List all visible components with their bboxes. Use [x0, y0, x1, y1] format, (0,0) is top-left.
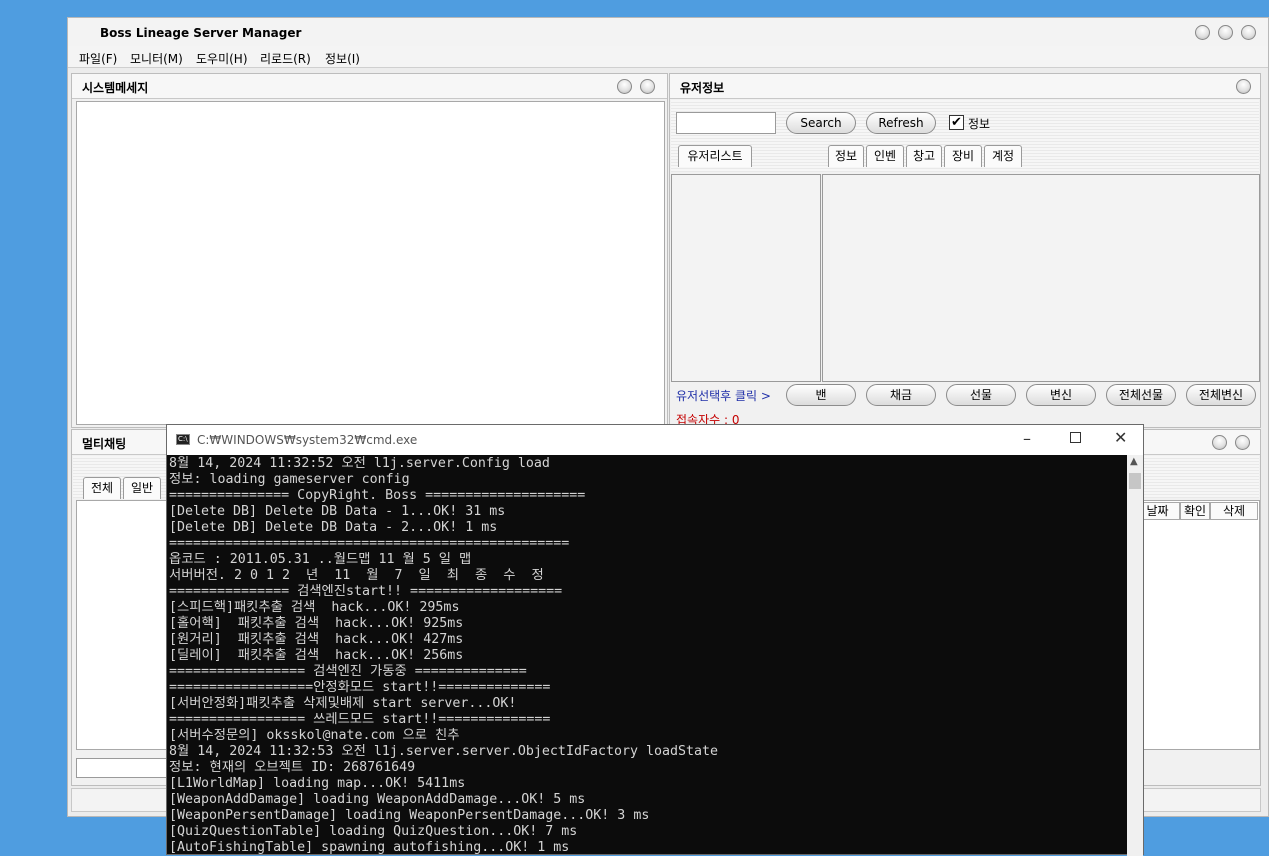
user-list[interactable] — [671, 174, 821, 382]
gift-all-button[interactable]: 전체선물 — [1106, 384, 1176, 406]
console-line: [AutoFishingTable] spawning autofishing.… — [169, 840, 570, 855]
panel-minimize-button[interactable] — [617, 79, 632, 94]
console-line: [WeaponPersentDamage] loading WeaponPers… — [169, 808, 650, 823]
console-line: ========================================… — [169, 536, 570, 551]
search-button[interactable]: Search — [786, 112, 856, 134]
scroll-thumb[interactable] — [1129, 473, 1141, 489]
console-line: [Delete DB] Delete DB Data - 1...OK! 31 … — [169, 504, 506, 519]
console-line: 정보: loading gameserver config — [169, 472, 410, 487]
console-title-bar: C:\ C:₩WINDOWS₩system32₩cmd.exe – ✕ — [167, 425, 1143, 455]
transform-all-button[interactable]: 전체변신 — [1186, 384, 1256, 406]
column-confirm[interactable]: 확인 — [1180, 502, 1210, 520]
refresh-button[interactable]: Refresh — [866, 112, 936, 134]
transform-button[interactable]: 변신 — [1026, 384, 1096, 406]
tab-inventory[interactable]: 인벤 — [866, 145, 904, 167]
console-icon: C:\ — [176, 434, 190, 445]
panel-close-button[interactable] — [640, 79, 655, 94]
panel-minimize-button[interactable] — [1212, 435, 1227, 450]
user-detail-area[interactable] — [822, 174, 1260, 382]
user-info-title: 유저정보 — [680, 81, 725, 95]
console-line: 8월 14, 2024 11:32:52 오전 l1j.server.Confi… — [169, 456, 550, 471]
console-window: C:\ C:₩WINDOWS₩system32₩cmd.exe – ✕ 8월 1… — [166, 424, 1144, 856]
console-line: 정보: 현재의 오브젝트 ID: 268761649 — [169, 760, 416, 775]
tab-user-list[interactable]: 유저리스트 — [678, 145, 752, 167]
console-line: [WeaponAddDamage] loading WeaponAddDamag… — [169, 792, 586, 807]
menu-help[interactable]: 도우미(H) — [196, 50, 248, 67]
console-scrollbar[interactable]: ▲ — [1127, 455, 1143, 856]
minimize-icon[interactable]: – — [1023, 429, 1031, 448]
console-output[interactable]: 8월 14, 2024 11:32:52 오전 l1j.server.Confi… — [169, 456, 1127, 856]
chat-tab-all[interactable]: 전체 — [83, 477, 121, 499]
console-line: [홀어핵] 패킷추출 검색 hack...OK! 925ms — [169, 616, 464, 631]
gift-button[interactable]: 선물 — [946, 384, 1016, 406]
menu-reload[interactable]: 리로드(R) — [260, 50, 311, 67]
menu-file[interactable]: 파일(F) — [79, 50, 117, 67]
menu-info[interactable]: 정보(I) — [325, 50, 360, 67]
console-line: [원거리] 패킷추출 검색 hack...OK! 427ms — [169, 632, 464, 647]
console-line: [스피드핵]패킷추출 검색 hack...OK! 295ms — [169, 600, 460, 615]
console-line: 옵코드 : 2011.05.31 ..월드맵 11 월 5 일 맵 — [169, 552, 472, 567]
system-message-header: 시스템메세지 — [72, 74, 667, 99]
console-line: [딜레이] 패킷추출 검색 hack...OK! 256ms — [169, 648, 464, 663]
tab-warehouse[interactable]: 창고 — [906, 145, 942, 167]
app-title: Boss Lineage Server Manager — [100, 26, 302, 40]
close-button[interactable] — [1241, 25, 1256, 40]
menu-monitor[interactable]: 모니터(M) — [130, 50, 183, 67]
chat-tab-normal[interactable]: 일반 — [123, 477, 161, 499]
user-info-header: 유저정보 — [670, 74, 1260, 99]
chat-ban-button[interactable]: 채금 — [866, 384, 936, 406]
column-delete[interactable]: 삭제 — [1210, 502, 1258, 520]
scroll-up-icon[interactable]: ▲ — [1130, 456, 1138, 467]
console-line: ================= 쓰레드모드 start!!=========… — [169, 712, 551, 727]
console-line: ================= 검색엔진 가동중 =============… — [169, 664, 527, 679]
tab-equipment[interactable]: 장비 — [944, 145, 982, 167]
user-info-panel: 유저정보 Search Refresh ✔ 정보 유저리스트 정보 인벤 창고 … — [669, 73, 1261, 428]
menu-bar: 파일(F) 모니터(M) 도우미(H) 리로드(R) 정보(I) — [68, 46, 1268, 68]
console-line: =============== 검색엔진start!! ============… — [169, 584, 563, 599]
console-line: [Delete DB] Delete DB Data - 2...OK! 1 m… — [169, 520, 498, 535]
console-title: C:₩WINDOWS₩system32₩cmd.exe — [197, 433, 418, 447]
close-icon[interactable]: ✕ — [1114, 428, 1127, 447]
panel-close-button[interactable] — [1236, 79, 1251, 94]
action-hint: 유저선택후 클릭 > — [676, 389, 771, 403]
maximize-button[interactable] — [1218, 25, 1233, 40]
system-message-title: 시스템메세지 — [82, 81, 149, 95]
console-line: =============== CopyRight. Boss ========… — [169, 488, 586, 503]
console-line: [QuizQuestionTable] loading QuizQuestion… — [169, 824, 578, 839]
minimize-button[interactable] — [1195, 25, 1210, 40]
console-line: 서버버전. 2 0 1 2 년 11 월 7 일 최 종 수 정 — [169, 568, 544, 583]
console-line: [서버수정문의] oksskol@nate.com 으로 친추 — [169, 728, 460, 743]
tab-info[interactable]: 정보 — [828, 145, 864, 167]
title-bar: Boss Lineage Server Manager — [68, 18, 1268, 46]
system-message-log[interactable] — [76, 101, 665, 425]
console-line: ==================안정화모드 start!!=========… — [169, 680, 551, 695]
panel-close-button[interactable] — [1235, 435, 1250, 450]
console-line: 8월 14, 2024 11:32:53 오전 l1j.server.serve… — [169, 744, 719, 759]
tab-account[interactable]: 계정 — [984, 145, 1022, 167]
multi-chat-title: 멀티채팅 — [82, 437, 127, 451]
console-line: [서버안정화]패킷추출 삭제및배제 start server...OK! — [169, 696, 517, 711]
user-search-input[interactable] — [676, 112, 776, 134]
system-message-panel: 시스템메세지 — [71, 73, 668, 428]
ban-button[interactable]: 밴 — [786, 384, 856, 406]
console-line: [L1WorldMap] loading map...OK! 5411ms — [169, 776, 466, 791]
info-checkbox-label: 정보 — [968, 117, 991, 131]
maximize-icon[interactable] — [1070, 432, 1081, 443]
info-checkbox[interactable]: ✔ — [949, 115, 964, 130]
